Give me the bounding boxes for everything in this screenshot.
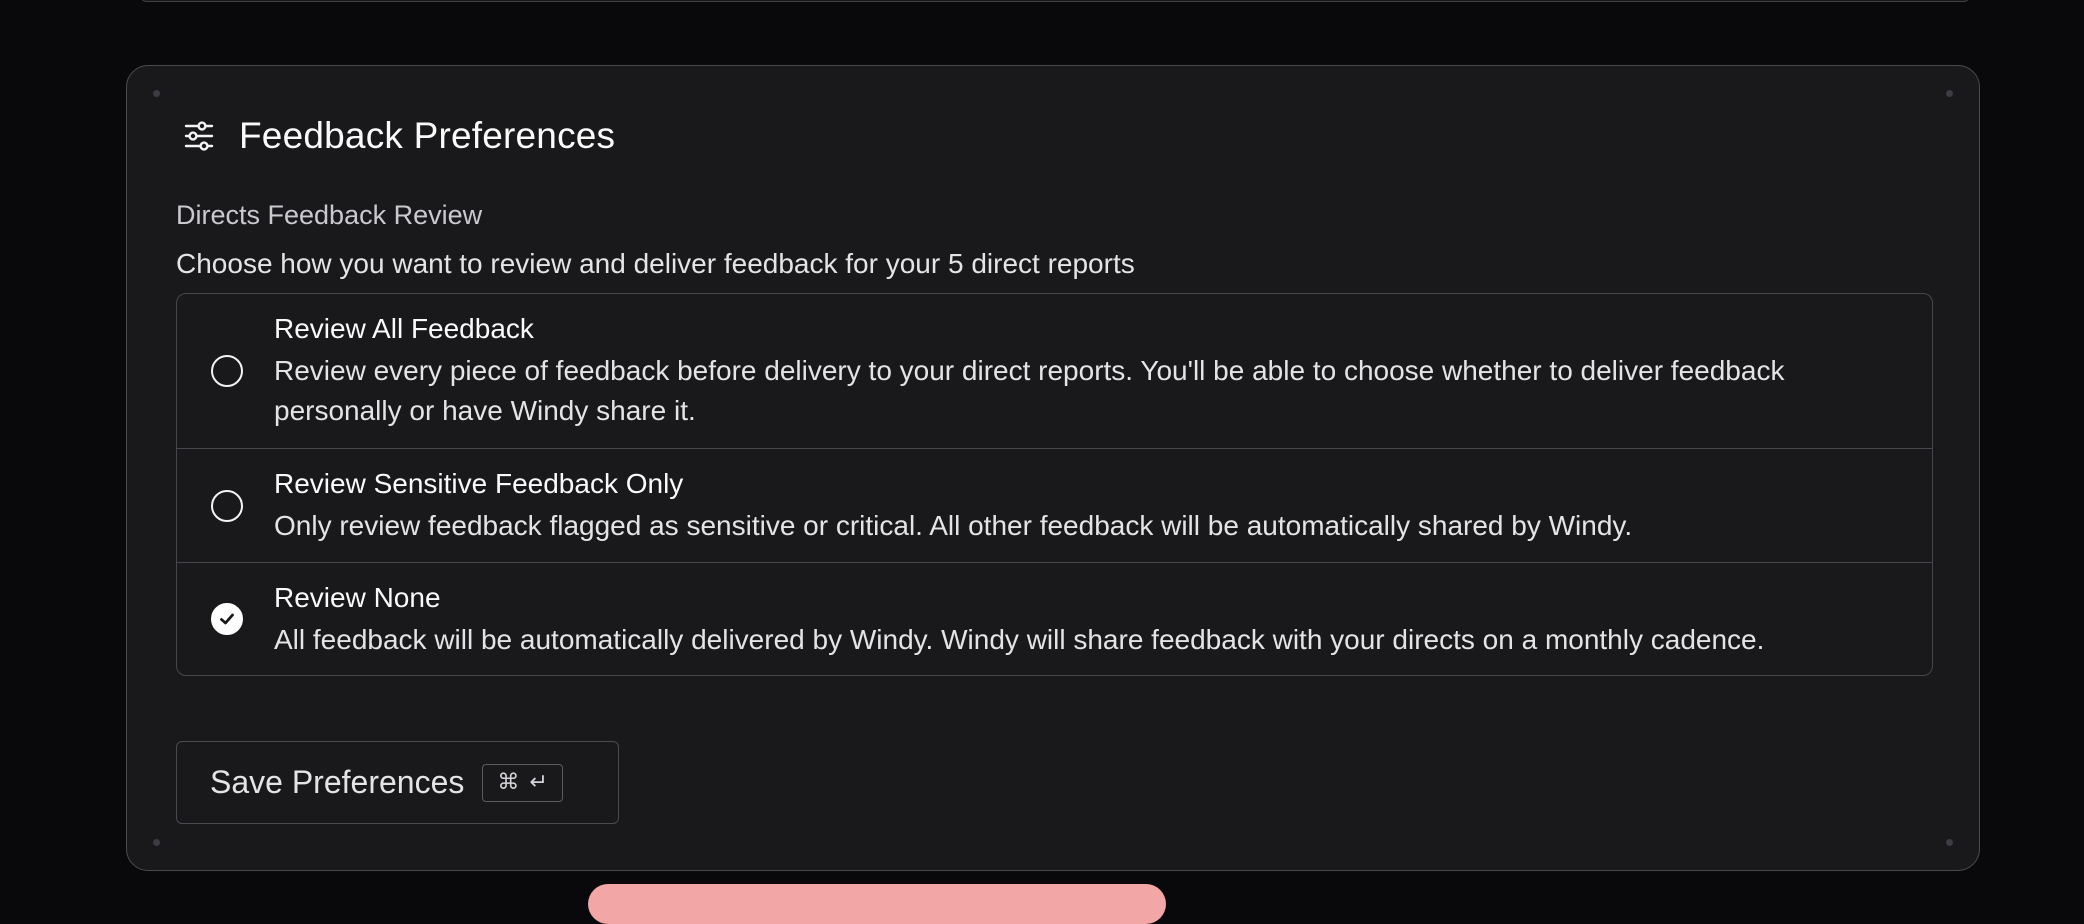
corner-dot xyxy=(153,90,160,97)
save-preferences-button[interactable]: Save Preferences ⌘ ↵ xyxy=(176,741,619,824)
check-icon xyxy=(220,613,234,625)
option-title: Review Sensitive Feedback Only xyxy=(274,468,684,499)
radio-checked[interactable] xyxy=(211,603,243,635)
radio-unchecked[interactable] xyxy=(211,490,243,522)
card-title: Feedback Preferences xyxy=(239,115,616,156)
keyboard-shortcut-badge: ⌘ ↵ xyxy=(482,763,563,802)
section-label: Directs Feedback Review xyxy=(176,200,483,230)
next-section-button-peek[interactable] xyxy=(588,884,1166,924)
option-review-none[interactable]: Review None All feedback will be automat… xyxy=(177,562,1932,675)
previous-card-edge xyxy=(139,0,1971,2)
option-review-all[interactable]: Review All Feedback Review every piece o… xyxy=(177,294,1932,448)
section-description: Choose how you want to review and delive… xyxy=(176,248,1135,279)
card-header: Feedback Preferences xyxy=(183,114,615,158)
sliders-icon xyxy=(183,120,215,152)
command-key-icon: ⌘ xyxy=(497,770,520,795)
option-description: All feedback will be automatically deliv… xyxy=(274,624,1765,655)
radio-unchecked[interactable] xyxy=(211,355,243,387)
option-title: Review None xyxy=(274,582,441,613)
option-title: Review All Feedback xyxy=(274,313,534,344)
option-description: Only review feedback flagged as sensitiv… xyxy=(274,510,1633,541)
option-description: Review every piece of feedback before de… xyxy=(274,355,1785,426)
corner-dot xyxy=(153,839,160,846)
save-button-label: Save Preferences xyxy=(210,764,465,800)
corner-dot xyxy=(1946,90,1953,97)
corner-dot xyxy=(1946,839,1953,846)
option-review-sensitive[interactable]: Review Sensitive Feedback Only Only revi… xyxy=(177,448,1932,562)
feedback-preferences-card: Feedback Preferences Directs Feedback Re… xyxy=(126,65,1980,871)
review-options-radio-group: Review All Feedback Review every piece o… xyxy=(176,293,1933,676)
enter-key-icon: ↵ xyxy=(529,770,548,795)
